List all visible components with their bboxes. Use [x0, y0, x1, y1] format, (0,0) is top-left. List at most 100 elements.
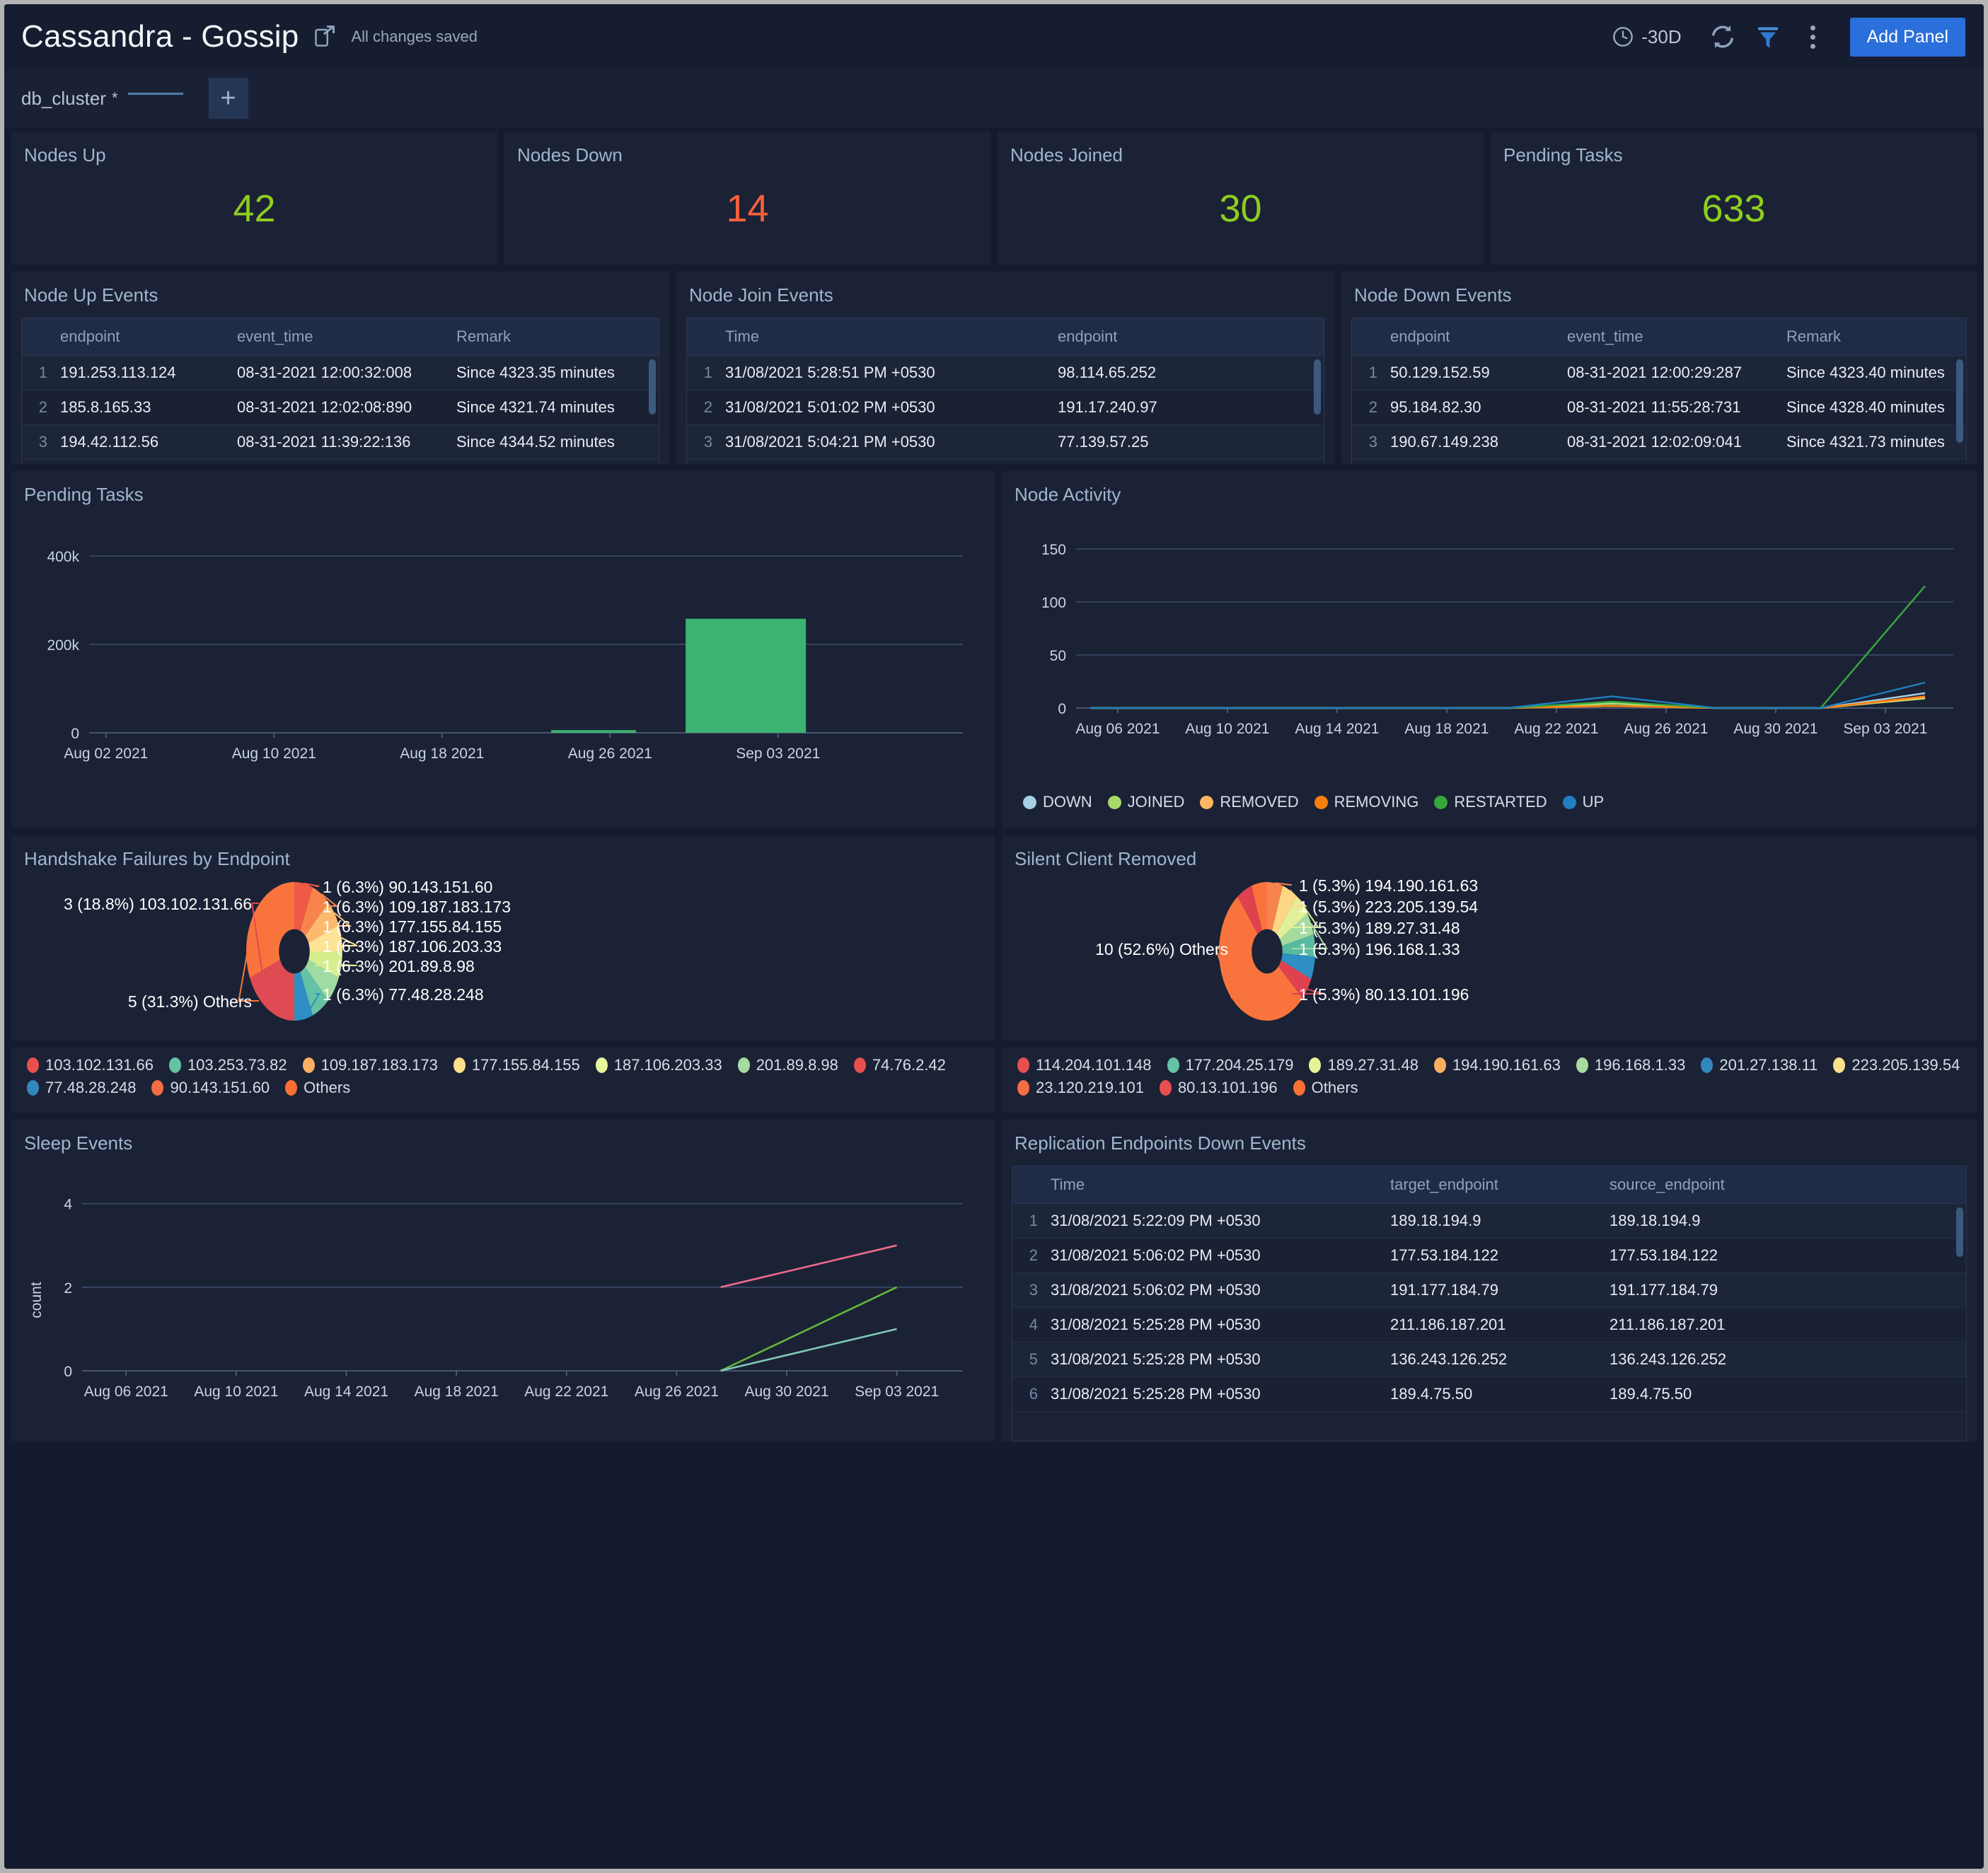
legend-item[interactable]: RESTARTED [1434, 793, 1547, 811]
panel-node-down-events[interactable]: Node Down Events endpointevent_timeRemar… [1341, 272, 1977, 464]
column-header[interactable]: event_time [1561, 318, 1781, 356]
legend-item[interactable]: 103.102.131.66 [27, 1056, 154, 1074]
legend-item[interactable]: JOINED [1108, 793, 1185, 811]
table-row[interactable]: 131/08/2021 5:28:51 PM +053098.114.65.25… [687, 356, 1324, 390]
legend-item[interactable]: REMOVED [1200, 793, 1298, 811]
table-cell: 95.184.82.30 [1385, 390, 1561, 425]
legend-item[interactable]: REMOVING [1314, 793, 1419, 811]
table-cell: 31/08/2021 5:04:24 PM +0530 [720, 460, 1052, 465]
legend-color-dot [27, 1057, 39, 1073]
share-icon[interactable] [314, 25, 335, 49]
table-row[interactable]: 231/08/2021 5:06:02 PM +0530177.53.184.1… [1012, 1239, 1966, 1273]
bar [686, 619, 806, 733]
legend-item[interactable]: 77.48.28.248 [27, 1079, 136, 1097]
column-header[interactable] [687, 318, 720, 356]
column-header[interactable]: Time [720, 318, 1052, 356]
column-header[interactable]: Remark [451, 318, 659, 356]
table-row[interactable]: 295.184.82.3008-31-2021 11:55:28:731Sinc… [1352, 390, 1966, 425]
table-row[interactable]: 3194.42.112.5608-31-2021 11:39:22:136Sin… [22, 425, 659, 460]
add-filter-button[interactable]: + [209, 78, 248, 119]
stat-panel-nodes-joined[interactable]: Nodes Joined 30 [998, 132, 1484, 265]
legend-item[interactable]: 74.76.2.42 [854, 1056, 946, 1074]
column-header[interactable] [22, 318, 54, 356]
legend-color-dot [1701, 1057, 1713, 1073]
column-header[interactable]: Time [1045, 1166, 1385, 1204]
stat-panel-pending-tasks[interactable]: Pending Tasks 633 [1491, 132, 1977, 265]
legend-item[interactable]: 177.155.84.155 [453, 1056, 580, 1074]
table-container[interactable]: Timetarget_endpointsource_endpoint 131/0… [1012, 1166, 1967, 1442]
panel-replication-events[interactable]: Replication Endpoints Down Events Timeta… [1002, 1120, 1977, 1442]
column-header[interactable]: Remark [1781, 318, 1966, 356]
column-header[interactable]: source_endpoint [1604, 1166, 1966, 1204]
legend-color-dot [1563, 796, 1576, 809]
legend-item[interactable]: 201.89.8.98 [738, 1056, 838, 1074]
column-header[interactable]: endpoint [54, 318, 231, 356]
column-header[interactable]: target_endpoint [1385, 1166, 1604, 1204]
time-range-picker[interactable]: -30D [1612, 25, 1681, 48]
legend-item[interactable]: 114.204.101.148 [1017, 1056, 1152, 1074]
legend-item[interactable]: UP [1563, 793, 1605, 811]
legend-item[interactable]: 177.204.25.179 [1167, 1056, 1294, 1074]
table-row[interactable]: 3190.67.149.23808-31-2021 12:02:09:041Si… [1352, 425, 1966, 460]
legend-item[interactable]: 80.13.101.196 [1160, 1079, 1278, 1097]
table-row[interactable]: 431/08/2021 5:25:28 PM +0530211.186.187.… [1012, 1308, 1966, 1343]
legend-item[interactable]: 196.168.1.33 [1576, 1056, 1685, 1074]
table-row[interactable]: 4181.93.184.16608-31-2021 12:00:31:012Si… [22, 460, 659, 465]
panel-sleep-events[interactable]: Sleep Events 024countAug 06 2021Aug 10 2… [11, 1120, 995, 1442]
table-row[interactable]: 331/08/2021 5:04:21 PM +053077.139.57.25 [687, 425, 1324, 460]
table-scrollbar[interactable] [649, 359, 656, 414]
table-row[interactable]: 131/08/2021 5:22:09 PM +0530189.18.194.9… [1012, 1204, 1966, 1239]
table-row[interactable]: 4103.102.131.6608-31-2021 03:20:56:011Si… [1352, 460, 1966, 465]
legend-item[interactable]: 194.190.161.63 [1434, 1056, 1561, 1074]
legend-label: RESTARTED [1454, 793, 1547, 811]
series-line [1090, 699, 1925, 709]
table-container[interactable]: Timeendpoint 131/08/2021 5:28:51 PM +053… [686, 318, 1324, 464]
table-scrollbar[interactable] [1314, 359, 1321, 414]
stat-panel-nodes-down[interactable]: Nodes Down 14 [504, 132, 990, 265]
series-line [1090, 683, 1925, 708]
table-row[interactable]: 1191.253.113.12408-31-2021 12:00:32:008S… [22, 356, 659, 390]
column-header[interactable]: endpoint [1052, 318, 1324, 356]
legend-item[interactable]: 23.120.219.101 [1017, 1079, 1144, 1097]
add-panel-button[interactable]: Add Panel [1850, 18, 1965, 57]
refresh-button[interactable] [1703, 17, 1743, 57]
table-row[interactable]: 150.129.152.5908-31-2021 12:00:29:287Sin… [1352, 356, 1966, 390]
table-cell: 95.90.225.143 [1052, 460, 1324, 465]
column-header[interactable] [1352, 318, 1385, 356]
panel-pending-tasks-chart[interactable]: Pending Tasks 0200k400kAug 02 2021Aug 10… [11, 471, 995, 828]
column-header[interactable]: event_time [231, 318, 451, 356]
legend-item[interactable]: 103.253.73.82 [169, 1056, 287, 1074]
legend-item[interactable]: 189.27.31.48 [1309, 1056, 1418, 1074]
panel-node-up-events[interactable]: Node Up Events endpointevent_timeRemark … [11, 272, 669, 464]
legend-item[interactable]: DOWN [1023, 793, 1092, 811]
table-row[interactable]: 631/08/2021 5:25:28 PM +0530189.4.75.501… [1012, 1377, 1966, 1412]
table-row[interactable]: 2185.8.165.3308-31-2021 12:02:08:890Sinc… [22, 390, 659, 425]
legend-item[interactable]: 187.106.203.33 [596, 1056, 722, 1074]
legend-item[interactable]: 223.205.139.54 [1833, 1056, 1960, 1074]
table-row[interactable]: 431/08/2021 5:04:24 PM +053095.90.225.14… [687, 460, 1324, 465]
svg-text:0: 0 [64, 1364, 72, 1380]
table-scrollbar[interactable] [1956, 359, 1963, 443]
legend-item[interactable]: 109.187.183.173 [303, 1056, 438, 1074]
table-scrollbar[interactable] [1956, 1207, 1963, 1257]
table-row[interactable]: 231/08/2021 5:01:02 PM +0530191.17.240.9… [687, 390, 1324, 425]
filter-button[interactable] [1748, 17, 1788, 57]
stat-panel-nodes-up[interactable]: Nodes Up 42 [11, 132, 497, 265]
table-row[interactable]: 531/08/2021 5:25:28 PM +0530136.243.126.… [1012, 1343, 1966, 1377]
panel-node-join-events[interactable]: Node Join Events Timeendpoint 131/08/202… [676, 272, 1334, 464]
more-options-button[interactable] [1793, 17, 1833, 57]
column-header[interactable]: endpoint [1385, 318, 1561, 356]
legend-item[interactable]: Others [285, 1079, 350, 1097]
legend-item[interactable]: 201.27.138.11 [1701, 1056, 1817, 1074]
panel-silent-client-removed[interactable]: Silent Client Removed 1 (5.3%) 194.190.1… [1002, 835, 1977, 1040]
panel-node-activity-chart[interactable]: Node Activity 050100150Aug 06 2021Aug 10… [1002, 471, 1977, 828]
table-container[interactable]: endpointevent_timeRemark 1191.253.113.12… [21, 318, 659, 464]
db-cluster-filter-input[interactable] [128, 93, 183, 95]
legend-color-dot [1434, 796, 1447, 809]
table-container[interactable]: endpointevent_timeRemark 150.129.152.590… [1351, 318, 1967, 464]
panel-handshake-failures[interactable]: Handshake Failures by Endpoint 1 (6.3%) … [11, 835, 995, 1040]
legend-item[interactable]: Others [1293, 1079, 1358, 1097]
legend-item[interactable]: 90.143.151.60 [151, 1079, 270, 1097]
column-header[interactable] [1012, 1166, 1045, 1204]
table-row[interactable]: 331/08/2021 5:06:02 PM +0530191.177.184.… [1012, 1273, 1966, 1308]
